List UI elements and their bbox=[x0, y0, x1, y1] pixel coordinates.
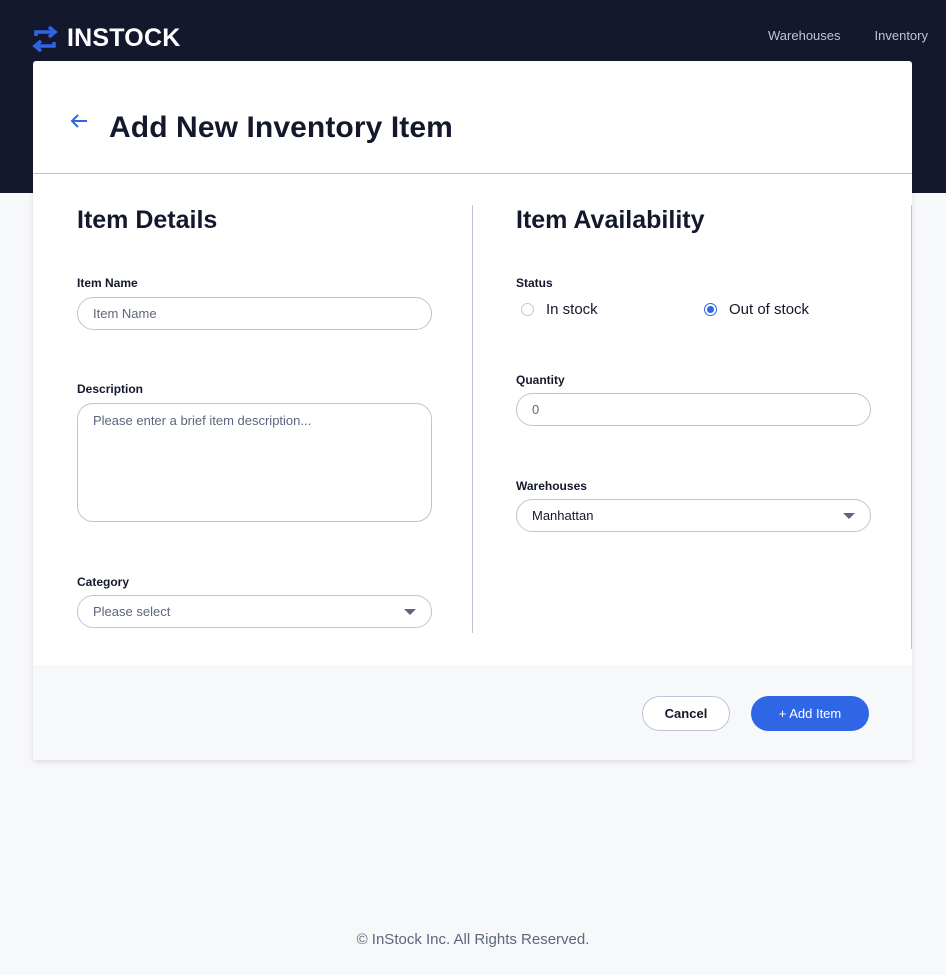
form-actions: Cancel + Add Item bbox=[33, 665, 912, 760]
warehouse-select[interactable]: Manhattan bbox=[516, 499, 871, 532]
warehouse-selected-value: Manhattan bbox=[532, 508, 594, 523]
item-availability-section: Item Availability bbox=[516, 206, 871, 235]
radio-out-of-stock[interactable]: Out of stock bbox=[704, 301, 809, 318]
nav-link-inventory[interactable]: Inventory bbox=[875, 28, 928, 43]
item-details-section: Item Details bbox=[77, 206, 432, 235]
add-item-card: Add New Inventory Item Item Details Item… bbox=[33, 61, 912, 760]
category-select[interactable]: Please select bbox=[77, 595, 432, 628]
add-item-button[interactable]: + Add Item bbox=[751, 696, 869, 731]
radio-out-of-stock-label: Out of stock bbox=[729, 301, 810, 318]
radio-in-stock-label: In stock bbox=[546, 301, 598, 318]
caret-down-icon bbox=[404, 608, 416, 615]
main-nav: Warehouses Inventory bbox=[768, 28, 928, 43]
page-title: Add New Inventory Item bbox=[109, 111, 453, 144]
radio-in-stock[interactable]: In stock bbox=[521, 301, 598, 318]
app-logo[interactable]: INSTOCK bbox=[32, 24, 180, 53]
card-header: Add New Inventory Item bbox=[33, 61, 912, 174]
app-logo-text: INSTOCK bbox=[67, 24, 181, 52]
radio-out-of-stock-button[interactable] bbox=[704, 303, 717, 316]
item-details-title: Item Details bbox=[77, 206, 218, 234]
nav-link-warehouses[interactable]: Warehouses bbox=[768, 28, 841, 43]
swap-arrows-icon bbox=[32, 25, 58, 52]
cancel-button[interactable]: Cancel bbox=[642, 696, 730, 731]
description-label: Description bbox=[77, 382, 144, 396]
item-availability-title: Item Availability bbox=[516, 206, 705, 234]
caret-down-icon bbox=[843, 512, 855, 519]
item-name-label: Item Name bbox=[77, 276, 138, 290]
radio-in-stock-button[interactable] bbox=[521, 303, 534, 316]
category-label: Category bbox=[77, 575, 130, 589]
description-textarea[interactable]: Please enter a brief item description... bbox=[77, 403, 432, 522]
item-name-placeholder: Item Name bbox=[93, 306, 157, 321]
warehouses-label: Warehouses bbox=[516, 479, 587, 493]
arrow-left-icon[interactable] bbox=[69, 111, 89, 131]
copyright-text: © InStock Inc. All Rights Reserved. bbox=[356, 931, 590, 948]
item-name-input[interactable]: Item Name bbox=[77, 297, 432, 330]
section-divider bbox=[472, 205, 473, 633]
status-label: Status bbox=[516, 276, 553, 290]
quantity-value: 0 bbox=[532, 402, 540, 417]
card-edge-line bbox=[911, 205, 912, 649]
description-placeholder: Please enter a brief item description... bbox=[93, 413, 312, 428]
quantity-input[interactable]: 0 bbox=[516, 393, 871, 426]
quantity-label: Quantity bbox=[516, 373, 565, 387]
category-selected-value: Please select bbox=[93, 604, 171, 619]
